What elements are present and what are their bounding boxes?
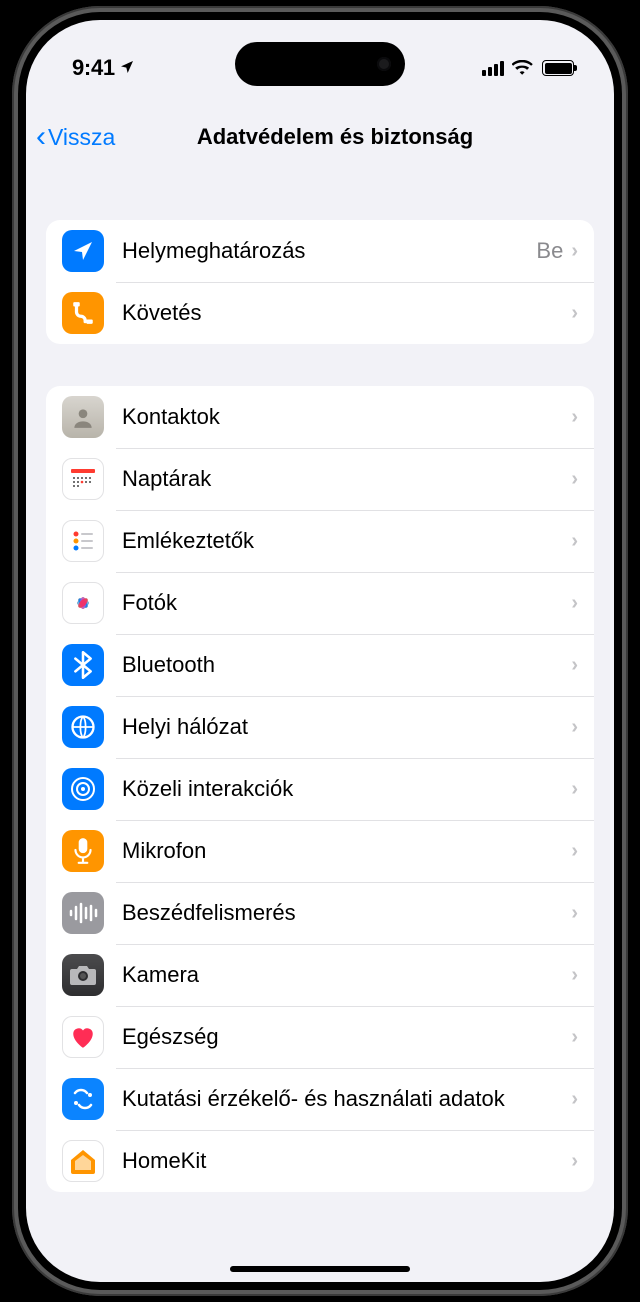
row-label: HomeKit: [122, 1148, 571, 1173]
phone-frame: 9:41 ‹ Vissza Adatvédelem és biztonság: [12, 6, 628, 1296]
tracking-icon: [62, 292, 104, 334]
row-label: Egészség: [122, 1024, 571, 1049]
cellular-signal-icon: [482, 60, 504, 76]
chevron-right-icon: ›: [571, 964, 578, 987]
row-health[interactable]: Egészség ›: [46, 1006, 594, 1068]
row-label: Kutatási érzékelő- és használati adatok: [122, 1086, 571, 1111]
chevron-right-icon: ›: [571, 840, 578, 863]
globe-icon: [62, 706, 104, 748]
photos-icon: [62, 582, 104, 624]
row-value: Be: [536, 238, 563, 264]
back-label: Vissza: [48, 124, 115, 151]
row-microphone[interactable]: Mikrofon ›: [46, 820, 594, 882]
waveform-icon: [62, 892, 104, 934]
home-icon: [62, 1140, 104, 1182]
chevron-right-icon: ›: [571, 592, 578, 615]
chevron-right-icon: ›: [571, 1026, 578, 1049]
chevron-left-icon: ‹: [36, 128, 46, 146]
chevron-right-icon: ›: [571, 902, 578, 925]
chevron-right-icon: ›: [571, 654, 578, 677]
chevron-right-icon: ›: [571, 240, 578, 263]
row-label: Fotók: [122, 590, 571, 615]
contacts-icon: [62, 396, 104, 438]
screen: 9:41 ‹ Vissza Adatvédelem és biztonság: [26, 20, 614, 1282]
row-local-network[interactable]: Helyi hálózat ›: [46, 696, 594, 758]
camera-icon: [62, 954, 104, 996]
row-label: Emlékeztetők: [122, 528, 571, 553]
content-scroll[interactable]: Helymeghatározás Be › Követés ›: [26, 220, 614, 1282]
settings-group-location: Helymeghatározás Be › Követés ›: [46, 220, 594, 344]
settings-group-apps: Kontaktok › Naptárak › Emlékeztetők ›: [46, 386, 594, 1192]
home-indicator[interactable]: [230, 1266, 410, 1272]
battery-icon: [542, 60, 574, 76]
location-arrow-icon: [62, 230, 104, 272]
row-nearby-interactions[interactable]: Közeli interakciók ›: [46, 758, 594, 820]
bluetooth-icon: [62, 644, 104, 686]
row-label: Helymeghatározás: [122, 238, 536, 263]
chevron-right-icon: ›: [571, 302, 578, 325]
row-label: Helyi hálózat: [122, 714, 571, 739]
row-photos[interactable]: Fotók ›: [46, 572, 594, 634]
back-button[interactable]: ‹ Vissza: [36, 124, 115, 151]
sensor-data-icon: [62, 1078, 104, 1120]
chevron-right-icon: ›: [571, 778, 578, 801]
chevron-right-icon: ›: [571, 1150, 578, 1173]
chevron-right-icon: ›: [571, 468, 578, 491]
row-contacts[interactable]: Kontaktok ›: [46, 386, 594, 448]
row-label: Mikrofon: [122, 838, 571, 863]
row-research-sensor[interactable]: Kutatási érzékelő- és használati adatok …: [46, 1068, 594, 1130]
chevron-right-icon: ›: [571, 1088, 578, 1111]
row-speech-recognition[interactable]: Beszédfelismerés ›: [46, 882, 594, 944]
wifi-icon: [512, 60, 534, 76]
radar-icon: [62, 768, 104, 810]
nav-bar: ‹ Vissza Adatvédelem és biztonság: [26, 110, 614, 164]
row-calendars[interactable]: Naptárak ›: [46, 448, 594, 510]
microphone-icon: [62, 830, 104, 872]
row-label: Kontaktok: [122, 404, 571, 429]
chevron-right-icon: ›: [571, 530, 578, 553]
row-label: Kamera: [122, 962, 571, 987]
calendar-icon: [62, 458, 104, 500]
row-location-services[interactable]: Helymeghatározás Be ›: [46, 220, 594, 282]
row-camera[interactable]: Kamera ›: [46, 944, 594, 1006]
row-label: Bluetooth: [122, 652, 571, 677]
status-time: 9:41: [72, 55, 135, 81]
chevron-right-icon: ›: [571, 406, 578, 429]
row-label: Beszédfelismerés: [122, 900, 571, 925]
chevron-right-icon: ›: [571, 716, 578, 739]
row-label: Közeli interakciók: [122, 776, 571, 801]
row-reminders[interactable]: Emlékeztetők ›: [46, 510, 594, 572]
row-label: Követés: [122, 300, 571, 325]
row-tracking[interactable]: Követés ›: [46, 282, 594, 344]
row-label: Naptárak: [122, 466, 571, 491]
reminders-icon: [62, 520, 104, 562]
row-homekit[interactable]: HomeKit ›: [46, 1130, 594, 1192]
location-arrow-icon: [119, 59, 135, 75]
dynamic-island: [235, 42, 405, 86]
status-time-text: 9:41: [72, 55, 115, 81]
row-bluetooth[interactable]: Bluetooth ›: [46, 634, 594, 696]
heart-icon: [62, 1016, 104, 1058]
